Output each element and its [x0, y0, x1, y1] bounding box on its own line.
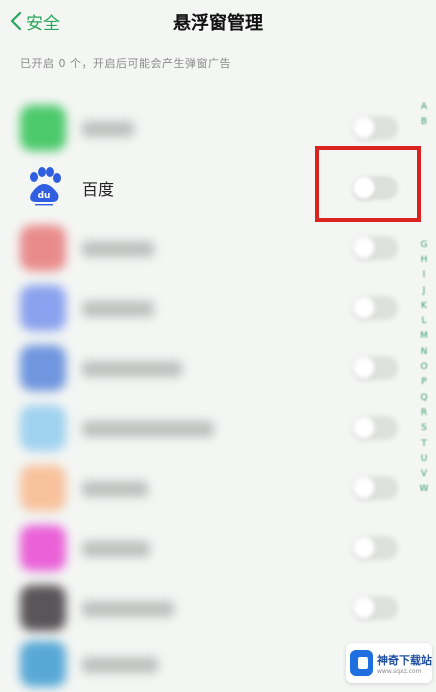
index-letter[interactable]: M [416, 329, 432, 344]
index-letter[interactable]: A [416, 100, 432, 115]
index-letter[interactable]: G [416, 238, 432, 253]
index-letter[interactable] [416, 161, 432, 176]
app-name-blurred [82, 601, 174, 617]
app-row [0, 276, 408, 336]
watermark-url: www.sqxz.com [377, 667, 422, 675]
app-name-blurred [82, 121, 134, 137]
app-row [0, 336, 408, 396]
alphabet-index[interactable]: A B G H I J K L M N O P Q R S T U V W [416, 100, 432, 498]
index-letter[interactable]: N [416, 345, 432, 360]
index-letter[interactable] [416, 131, 432, 146]
app-icon [20, 525, 66, 571]
app-icon [20, 641, 66, 687]
toggle-knob [353, 537, 375, 559]
index-letter[interactable]: V [416, 467, 432, 482]
floating-window-toggle[interactable] [352, 236, 398, 260]
floating-window-toggle[interactable] [352, 296, 398, 320]
app-icon [20, 285, 66, 331]
watermark-name: 神奇下载站 [377, 653, 432, 667]
highlight-box [315, 146, 421, 222]
index-letter[interactable] [416, 207, 432, 222]
app-icon [20, 225, 66, 271]
app-icon [20, 405, 66, 451]
toggle-knob [353, 117, 375, 139]
floating-window-toggle[interactable] [352, 116, 398, 140]
index-letter[interactable]: U [416, 452, 432, 467]
index-letter[interactable]: L [416, 314, 432, 329]
index-letter[interactable] [416, 192, 432, 207]
index-letter[interactable] [416, 176, 432, 191]
app-icon [20, 345, 66, 391]
app-name-blurred [82, 361, 182, 377]
index-letter[interactable]: H [416, 253, 432, 268]
toggle-knob [353, 357, 375, 379]
index-letter[interactable]: W [416, 482, 432, 497]
floating-window-toggle[interactable] [352, 476, 398, 500]
app-icon [20, 585, 66, 631]
toggle-knob [353, 597, 375, 619]
index-letter[interactable]: P [416, 375, 432, 390]
index-letter[interactable]: S [416, 421, 432, 436]
app-row [0, 576, 408, 636]
app-name-blurred [82, 541, 150, 557]
site-watermark: 神奇下载站 www.sqxz.com [346, 643, 432, 683]
app-row [0, 456, 408, 516]
app-row [0, 396, 408, 456]
enabled-count-hint: 已开启 0 个，开启后可能会产生弹窗广告 [20, 57, 231, 70]
floating-window-toggle[interactable] [352, 596, 398, 620]
svg-text:du: du [38, 191, 51, 201]
toggle-knob [353, 417, 375, 439]
app-name-blurred [82, 421, 214, 437]
index-letter[interactable] [416, 146, 432, 161]
toggle-knob [353, 477, 375, 499]
toggle-knob [353, 297, 375, 319]
app-name-blurred [82, 657, 158, 673]
app-name: 百度 [82, 180, 115, 199]
app-row [0, 516, 408, 576]
floating-window-toggle[interactable] [352, 536, 398, 560]
floating-window-toggle[interactable] [352, 416, 398, 440]
index-letter[interactable]: I [416, 268, 432, 283]
index-letter[interactable]: T [416, 437, 432, 452]
baidu-paw-icon: du [30, 167, 61, 206]
toggle-knob [353, 237, 375, 259]
app-row [0, 216, 408, 276]
index-letter[interactable]: J [416, 284, 432, 299]
app-icon [20, 465, 66, 511]
top-bar: 安全 悬浮窗管理 [0, 0, 436, 44]
index-letter[interactable]: B [416, 115, 432, 130]
app-name-blurred [82, 481, 148, 497]
app-name-blurred [82, 301, 154, 317]
index-letter[interactable]: K [416, 299, 432, 314]
page-title: 悬浮窗管理 [173, 13, 263, 34]
app-icon [20, 105, 66, 151]
index-letter[interactable] [416, 222, 432, 237]
floating-window-toggle[interactable] [352, 356, 398, 380]
index-letter[interactable]: O [416, 360, 432, 375]
index-letter[interactable]: Q [416, 391, 432, 406]
index-letter[interactable]: R [416, 406, 432, 421]
watermark-logo-icon [350, 650, 373, 676]
app-name-blurred [82, 241, 154, 257]
